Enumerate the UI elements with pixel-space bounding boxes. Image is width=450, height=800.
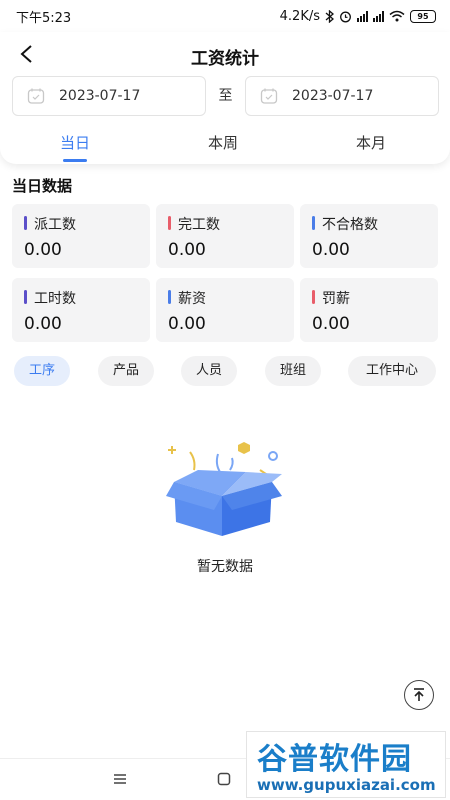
stat-color-bar [24,216,27,230]
status-icons: 4.2K/s 95 [280,9,436,24]
chip-process[interactable]: 工序 [14,356,70,386]
empty-box-icon [166,442,282,536]
stat-card-completed: 完工数 0.00 [156,204,294,268]
stat-value: 0.00 [168,240,206,260]
filter-panel: 工资统计 2023-07-17 至 2023-07-17 当日 本周 本月 [0,32,450,164]
wifi-icon [389,10,405,22]
watermark-title: 谷普软件园 [257,742,412,777]
network-speed: 4.2K/s [279,8,320,24]
stat-label: 派工数 [34,217,76,233]
stat-value: 0.00 [24,314,62,334]
watermark-url: www.gupuxiazai.com [257,776,436,794]
status-bar: 下午5:23 4.2K/s 95 [0,0,450,32]
menu-nav-button[interactable] [108,767,132,791]
stat-value: 0.00 [312,240,350,260]
stat-card-hours: 工时数 0.00 [12,278,150,342]
stat-value: 0.00 [312,314,350,334]
watermark: 谷普软件园 www.gupuxiazai.com [246,731,446,798]
stat-label: 完工数 [178,217,220,233]
page-title: 工资统计 [191,49,259,69]
chip-work-center[interactable]: 工作中心 [348,356,436,386]
stat-card-defective: 不合格数 0.00 [300,204,438,268]
start-date-picker[interactable]: 2023-07-17 [12,76,206,116]
arrow-up-icon [414,688,424,701]
stat-color-bar [312,216,315,230]
active-tab-indicator [63,159,87,162]
stat-label: 薪资 [178,291,206,307]
end-date-picker[interactable]: 2023-07-17 [245,76,439,116]
status-time: 下午5:23 [16,10,72,26]
alarm-icon [340,11,351,22]
home-nav-button[interactable] [212,767,236,791]
range-separator: 至 [218,88,233,104]
menu-icon [114,774,126,784]
tab-today[interactable]: 当日 [0,132,150,153]
signal-icon-2 [373,10,384,22]
home-square-icon [217,772,231,786]
chip-personnel[interactable]: 人员 [181,356,237,386]
stat-value: 0.00 [168,314,206,334]
tab-month[interactable]: 本月 [296,132,446,153]
end-date-value: 2023-07-17 [292,88,374,104]
stat-card-dispatch: 派工数 0.00 [12,204,150,268]
chip-team[interactable]: 班组 [265,356,321,386]
signal-icon [357,10,368,22]
stat-color-bar [312,290,315,304]
stat-card-penalty: 罚薪 0.00 [300,278,438,342]
section-title: 当日数据 [12,177,73,195]
back-to-top-button[interactable] [404,680,434,710]
battery-icon: 95 [410,9,436,23]
stat-color-bar [24,290,27,304]
calendar-icon [260,88,278,104]
empty-state-text: 暂无数据 [197,559,253,575]
start-date-value: 2023-07-17 [59,88,141,104]
bluetooth-icon [325,9,334,23]
stat-color-bar [168,290,171,304]
chip-product[interactable]: 产品 [98,356,154,386]
stat-card-salary: 薪资 0.00 [156,278,294,342]
stat-label: 罚薪 [322,291,350,307]
stat-label: 工时数 [34,291,76,307]
calendar-icon [27,88,45,104]
stat-color-bar [168,216,171,230]
tab-week[interactable]: 本周 [148,132,298,153]
stat-label: 不合格数 [322,217,378,233]
stat-value: 0.00 [24,240,62,260]
